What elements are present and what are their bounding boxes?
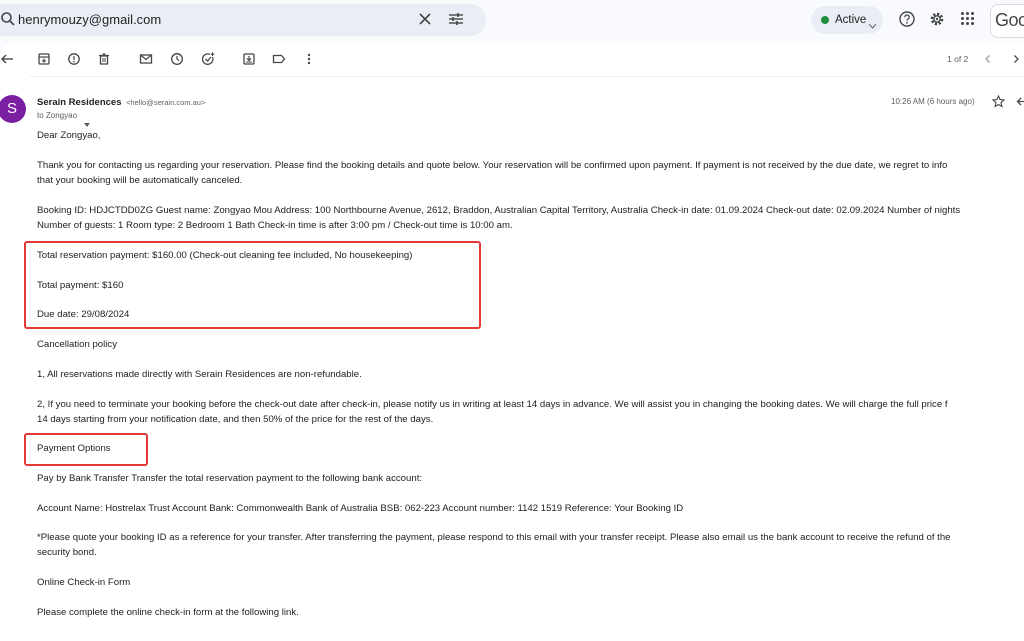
account-logo[interactable]: Goo [990,4,1024,38]
report-spam-icon[interactable] [67,52,81,66]
back-arrow-icon[interactable] [0,52,14,66]
star-icon[interactable] [991,94,1006,113]
status-label: Active [835,14,867,26]
sender-email: <hello@serain.com.au> [126,98,206,107]
top-bar: henrymouzy@gmail.com Active Goo [0,0,1024,40]
cancellation-rule-2a: 2, If you need to terminate your booking… [37,399,948,410]
help-icon[interactable] [899,11,915,32]
cancellation-rule-2b: 14 days starting from your notification … [37,414,434,425]
reply-icon[interactable] [1016,95,1024,113]
archive-icon[interactable] [37,52,51,66]
reference-note-line-2: security bond. [37,547,97,558]
checkin-form-title: Online Check-in Form [37,577,131,588]
toolbar-divider [30,76,1024,77]
checkin-form-instruction: Please complete the online check-in form… [37,607,299,618]
due-date: Due date: 29/08/2024 [37,309,130,320]
search-input[interactable]: henrymouzy@gmail.com [18,12,161,27]
total-payment: Total payment: $160 [37,280,124,291]
move-to-icon[interactable] [242,52,256,66]
email-toolbar: 1 of 2 [0,43,1024,75]
status-chip[interactable]: Active [811,6,883,34]
email-timestamp: 10:26 AM (6 hours ago) [891,97,975,106]
intro-line-2: that your booking will be automatically … [37,175,243,186]
gear-icon[interactable] [929,11,945,32]
booking-details-line-2: Number of guests: 1 Room type: 2 Bedroom… [37,220,513,231]
active-status-dot [821,16,829,24]
label-icon[interactable] [272,52,286,66]
sender-avatar[interactable]: S [0,95,26,123]
payment-options-title: Payment Options [37,443,111,454]
cancellation-title: Cancellation policy [37,339,117,350]
pagination-count: 1 of 2 [947,54,969,64]
newer-chevron-icon[interactable] [981,52,995,66]
snooze-clock-icon[interactable] [170,52,184,66]
recipient-line: to Zongyao [37,111,78,120]
more-options-icon[interactable] [302,52,316,66]
bank-transfer-instruction: Pay by Bank Transfer Transfer the total … [37,473,423,484]
search-options-icon[interactable] [448,12,464,31]
total-reservation-payment: Total reservation payment: $160.00 (Chec… [37,250,413,261]
cancellation-rule-1: 1, All reservations made directly with S… [37,369,362,380]
older-chevron-icon[interactable] [1009,52,1023,66]
search-icon[interactable] [0,11,16,32]
trash-icon[interactable] [97,52,111,66]
intro-line-1: Thank you for contacting us regarding yo… [37,160,948,171]
greeting: Dear Zongyao, [37,130,101,141]
mark-unread-icon[interactable] [139,52,153,66]
apps-grid-icon[interactable] [960,11,975,31]
clear-search-icon[interactable] [418,12,432,31]
sender-name[interactable]: Serain Residences [37,97,122,108]
booking-details-line-1: Booking ID: HDJCTDD0ZG Guest name: Zongy… [37,205,961,216]
reference-note-line-1: *Please quote your booking ID as a refer… [37,532,951,543]
add-task-icon[interactable] [201,52,215,66]
bank-account-details: Account Name: Hostrelax Trust Account Ba… [37,503,684,514]
email-view: 1 of 2 S Serain Residences <hello@serain… [0,43,1024,641]
logo-text: Goo [995,10,1024,30]
search-bar[interactable]: henrymouzy@gmail.com [0,4,486,36]
chevron-down-icon [868,16,877,34]
